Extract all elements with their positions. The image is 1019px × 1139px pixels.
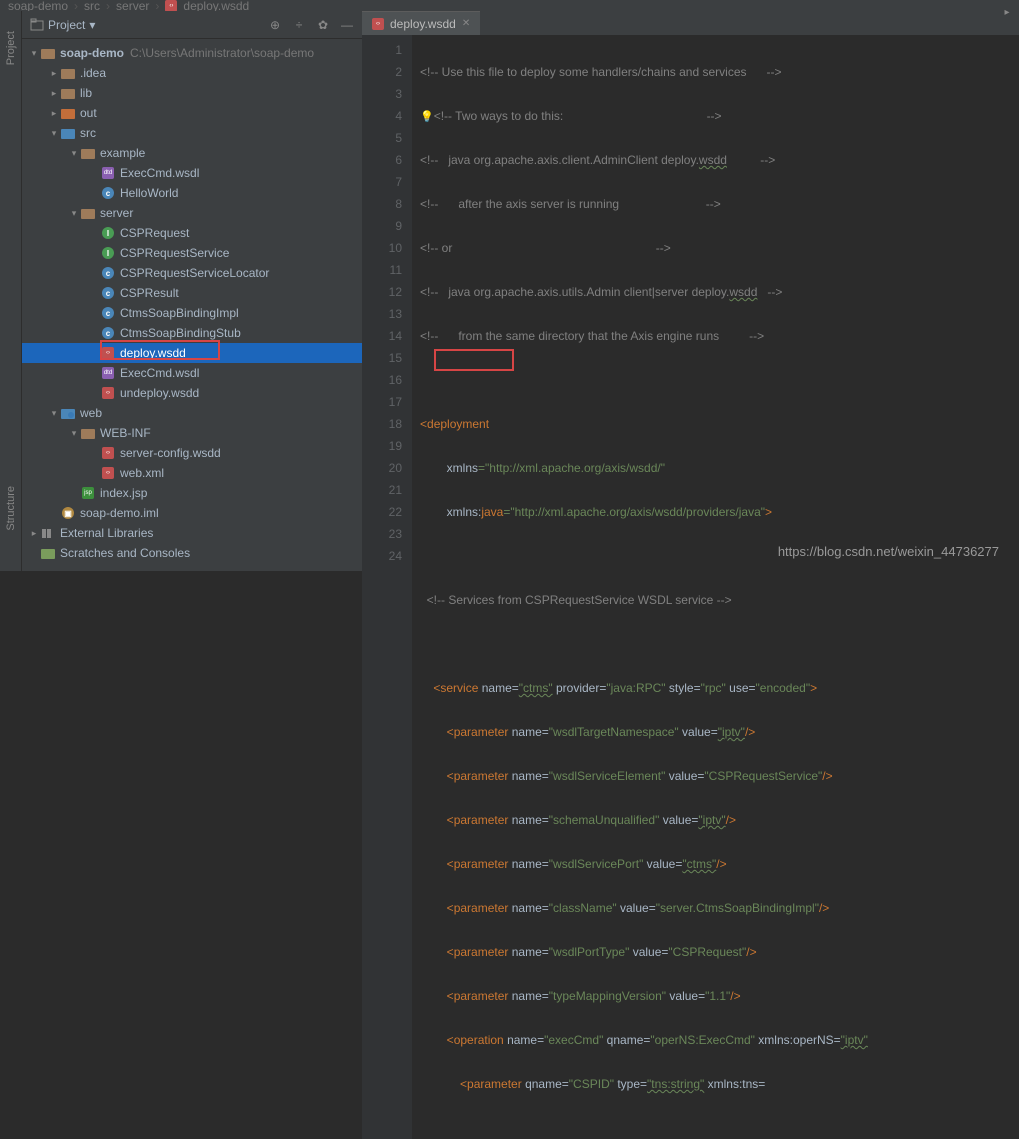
editor-tabs: ‹› deploy.wsdd ✕ ▸ [362,11,1019,35]
tree-index[interactable]: jspindex.jsp [22,483,362,503]
tree-srvconf[interactable]: ‹›server-config.wsdd [22,443,362,463]
tree-ctmsimpl[interactable]: cCtmsSoapBindingImpl [22,303,362,323]
tree-extlib[interactable]: ▸External Libraries [22,523,362,543]
tree-cspreqloc[interactable]: cCSPRequestServiceLocator [22,263,362,283]
tree-deploy-wsdd[interactable]: ‹›deploy.wsdd [22,343,362,363]
arrow-right-icon[interactable]: ▸ [999,4,1015,20]
tree-web[interactable]: ▾web [22,403,362,423]
code-area[interactable]: 12345678 910111213141516 171819202122232… [362,35,1019,1139]
bulb-icon[interactable]: 💡 [420,111,434,123]
tree-cspres[interactable]: cCSPResult [22,283,362,303]
wsdd-icon: ‹› [165,0,177,12]
tree-server[interactable]: ▾server [22,203,362,223]
tree-hello[interactable]: cHelloWorld [22,183,362,203]
project-title: Project [48,18,85,32]
close-icon[interactable]: ✕ [462,18,470,29]
project-panel: Project ▾ ⊕ ÷ ✿ — ▾soap-demoC:\Users\Adm… [22,11,362,571]
project-tree[interactable]: ▾soap-demoC:\Users\Administrator\soap-de… [22,39,362,571]
tree-execwsdl2[interactable]: dtdExecCmd.wsdl [22,363,362,383]
tree-webinf[interactable]: ▾WEB-INF [22,423,362,443]
gutter: 12345678 910111213141516 171819202122232… [362,35,412,1139]
gear-icon[interactable]: ✿ [316,18,330,32]
tree-root[interactable]: ▾soap-demoC:\Users\Administrator\soap-de… [22,43,362,63]
hide-icon[interactable]: — [340,18,354,32]
tree-scratch[interactable]: Scratches and Consoles [22,543,362,563]
tab-project[interactable]: Project [5,31,17,65]
wsdd-icon: ‹› [372,18,384,30]
tree-cspreqsvc[interactable]: ICSPRequestService [22,243,362,263]
tree-cspreq[interactable]: ICSPRequest [22,223,362,243]
tab-deploy-wsdd[interactable]: ‹› deploy.wsdd ✕ [362,11,480,35]
target-icon[interactable]: ⊕ [268,18,282,32]
tree-lib[interactable]: ▸lib [22,83,362,103]
project-icon [30,18,44,32]
source[interactable]: <!-- Use this file to deploy some handle… [412,35,1019,1139]
collapse-icon[interactable]: ÷ [292,18,306,32]
tree-idea[interactable]: ▸.idea [22,63,362,83]
tree-ctmsstub[interactable]: cCtmsSoapBindingStub [22,323,362,343]
breadcrumb: soap-demo› src› server› ‹› deploy.wsdd [0,0,1019,11]
tree-iml[interactable]: ▣soap-demo.iml [22,503,362,523]
left-gutter: Project Structure [0,11,22,571]
tab-structure[interactable]: Structure [5,486,17,531]
watermark: https://blog.csdn.net/weixin_44736277 [778,544,999,559]
chevron-down-icon[interactable]: ▾ [89,18,95,32]
tree-example[interactable]: ▾example [22,143,362,163]
project-header: Project ▾ ⊕ ÷ ✿ — [22,11,362,39]
tree-execwsdl[interactable]: dtdExecCmd.wsdl [22,163,362,183]
tree-src[interactable]: ▾src [22,123,362,143]
tree-webxml[interactable]: ‹›web.xml [22,463,362,483]
tab-label: deploy.wsdd [390,17,456,31]
editor: ‹› deploy.wsdd ✕ ▸ 12345678 910111213141… [362,11,1019,571]
tree-undeploy[interactable]: ‹›undeploy.wsdd [22,383,362,403]
tree-out[interactable]: ▸out [22,103,362,123]
